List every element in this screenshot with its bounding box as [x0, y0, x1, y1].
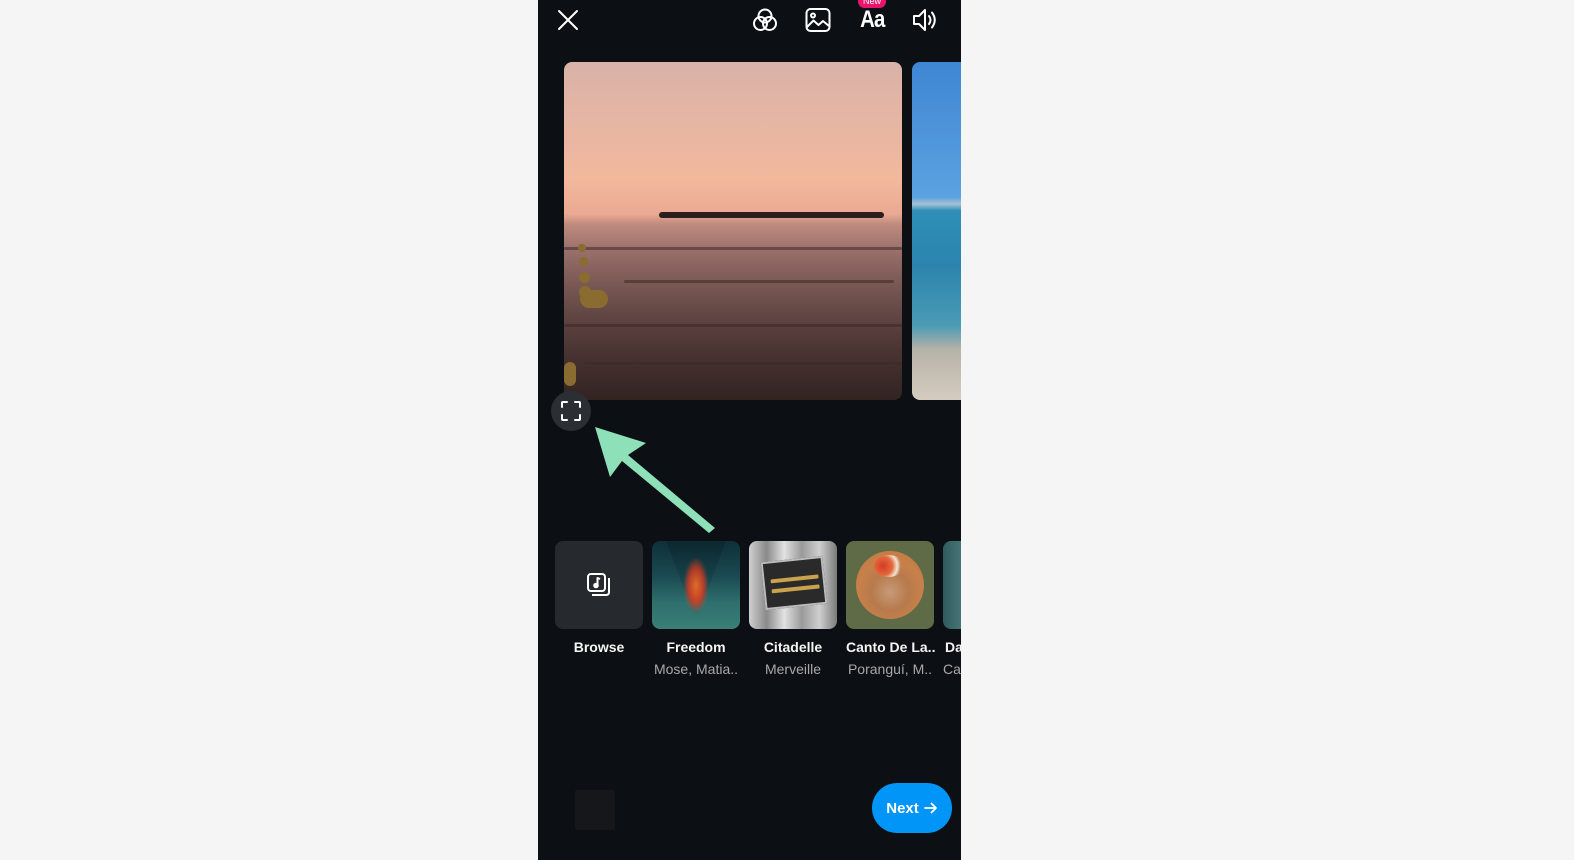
photo-detail-jetty: [659, 212, 884, 218]
music-title: Da: [945, 639, 961, 655]
add-image-button[interactable]: [802, 4, 834, 36]
album-art: [943, 541, 961, 629]
media-item-blue-sea[interactable]: [912, 62, 961, 400]
photo-detail-buoy: [579, 272, 590, 283]
fullscreen-icon: [561, 401, 581, 421]
filter-icon: [753, 8, 777, 31]
music-suggestions: Browse Freedom Mose, Matia.. Citadelle M…: [555, 541, 961, 681]
music-item-freedom[interactable]: Freedom Mose, Matia..: [652, 541, 740, 677]
photo-detail-wave: [584, 362, 902, 365]
album-art: [749, 541, 837, 629]
photo-detail-buoy: [579, 257, 588, 266]
photo-detail-wave: [564, 324, 902, 327]
volume-icon: [913, 9, 936, 31]
next-label: Next: [886, 799, 919, 817]
image-icon: [805, 8, 831, 32]
album-art: [652, 541, 740, 629]
browse-thumb: [555, 541, 643, 629]
photo-detail-buoy: [564, 362, 576, 386]
close-icon: [558, 10, 578, 30]
photo-detail-buoy: [578, 244, 586, 252]
photo-detail-buoy: [580, 290, 608, 308]
fullscreen-button[interactable]: [551, 391, 591, 431]
text-button[interactable]: Aa: [856, 4, 888, 36]
music-item-partial[interactable]: Da Ca: [943, 541, 961, 677]
media-item-sunset-beach[interactable]: [564, 62, 902, 400]
music-artist: Mose, Matia..: [653, 661, 739, 677]
gallery-thumbnail[interactable]: [575, 790, 615, 830]
close-button[interactable]: [552, 4, 584, 36]
new-badge: New: [858, 0, 887, 8]
music-title: Freedom: [666, 639, 726, 655]
story-editor-screen: Aa New Browse Freedom Mose, Matia.. Cita…: [538, 0, 961, 860]
music-artist: Merveille: [764, 661, 821, 677]
music-item-canto-de-la[interactable]: Canto De La.. Poranguí, M..: [846, 541, 936, 677]
music-item-browse[interactable]: Browse: [555, 541, 643, 655]
music-artist: Ca: [943, 661, 961, 677]
annotation-arrow-icon: [595, 427, 715, 533]
arrow-right-icon: [923, 802, 937, 814]
music-item-citadelle[interactable]: Citadelle Merveille: [749, 541, 837, 677]
music-artist: Poranguí, M..: [847, 661, 933, 677]
filter-button[interactable]: [749, 4, 781, 36]
text-icon: Aa: [859, 6, 885, 33]
album-art: [846, 541, 934, 629]
music-title: Browse: [573, 639, 625, 655]
next-button[interactable]: Next: [872, 783, 952, 833]
music-library-icon: [587, 573, 610, 596]
audio-button[interactable]: [909, 4, 941, 36]
music-title: Citadelle: [763, 639, 823, 655]
music-title: Canto De La..: [846, 639, 936, 655]
photo-detail-wave: [624, 280, 895, 283]
photo-detail-wave: [564, 247, 902, 250]
